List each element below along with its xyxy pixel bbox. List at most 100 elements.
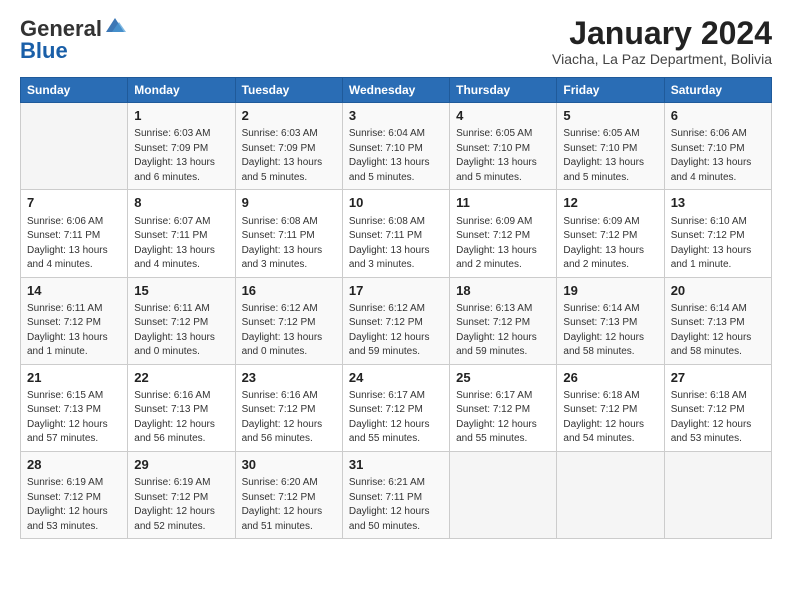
calendar-body: 1 Sunrise: 6:03 AM Sunset: 7:09 PM Daylig… xyxy=(21,103,772,539)
day-number: 17 xyxy=(349,282,443,300)
day-number: 26 xyxy=(563,369,657,387)
calendar-cell: 7Sunrise: 6:06 AM Sunset: 7:11 PM Daylig… xyxy=(21,190,128,277)
day-info: Sunrise: 6:17 AM Sunset: 7:12 PM Dayligh… xyxy=(456,389,550,447)
day-info: Sunrise: 6:11 AM Sunset: 7:12 PM Dayligh… xyxy=(134,302,228,360)
day-number: 12 xyxy=(563,194,657,212)
day-info: Sunrise: 6:16 AM Sunset: 7:13 PM Dayligh… xyxy=(134,389,228,447)
header: General Blue January 2024 Viacha, La Paz… xyxy=(20,16,772,67)
day-info: Sunrise: 6:19 AM Sunset: 7:12 PM Dayligh… xyxy=(134,476,228,534)
col-thursday: Thursday xyxy=(450,78,557,103)
day-info: Sunrise: 6:14 AM Sunset: 7:13 PM Dayligh… xyxy=(671,302,765,360)
day-number: 23 xyxy=(242,369,336,387)
day-number: 31 xyxy=(349,456,443,474)
page: General Blue January 2024 Viacha, La Paz… xyxy=(0,0,792,549)
calendar-cell: 2Sunrise: 6:03 AM Sunset: 7:09 PM Daylig… xyxy=(235,103,342,190)
day-number: 4 xyxy=(456,107,550,125)
day-info: Sunrise: 6:03 AM Sunset: 7:09 PM Dayligh… xyxy=(242,127,336,185)
day-info: Sunrise: 6:12 AM Sunset: 7:12 PM Dayligh… xyxy=(242,302,336,360)
day-info: Sunrise: 6:12 AM Sunset: 7:12 PM Dayligh… xyxy=(349,302,443,360)
calendar-table: Sunday Monday Tuesday Wednesday Thursday… xyxy=(20,77,772,539)
day-info: Sunrise: 6:04 AM Sunset: 7:10 PM Dayligh… xyxy=(349,127,443,185)
day-info: Sunrise: 6:06 AM Sunset: 7:11 PM Dayligh… xyxy=(27,215,121,273)
calendar-cell: 15 Sunrise: 6:11 AM Sunset: 7:12 PM Dayli… xyxy=(128,277,235,364)
calendar-cell: 13 Sunrise: 6:10 AM Sunset: 7:12 PM Dayli… xyxy=(664,190,771,277)
calendar-cell: 30Sunrise: 6:20 AM Sunset: 7:12 PM Dayli… xyxy=(235,451,342,538)
day-number: 3 xyxy=(349,107,443,125)
calendar-week-1: 1 Sunrise: 6:03 AM Sunset: 7:09 PM Daylig… xyxy=(21,103,772,190)
day-number: 8 xyxy=(134,194,228,212)
day-number: 1 xyxy=(134,107,228,125)
calendar-cell xyxy=(21,103,128,190)
col-wednesday: Wednesday xyxy=(342,78,449,103)
calendar-cell: 22 Sunrise: 6:16 AM Sunset: 7:13 PM Dayli… xyxy=(128,364,235,451)
calendar-cell: 28 Sunrise: 6:19 AM Sunset: 7:12 PM Dayli… xyxy=(21,451,128,538)
day-info: Sunrise: 6:13 AM Sunset: 7:12 PM Dayligh… xyxy=(456,302,550,360)
day-info: Sunrise: 6:18 AM Sunset: 7:12 PM Dayligh… xyxy=(671,389,765,447)
header-row: Sunday Monday Tuesday Wednesday Thursday… xyxy=(21,78,772,103)
day-number: 16 xyxy=(242,282,336,300)
col-monday: Monday xyxy=(128,78,235,103)
day-info: Sunrise: 6:17 AM Sunset: 7:12 PM Dayligh… xyxy=(349,389,443,447)
day-info: Sunrise: 6:15 AM Sunset: 7:13 PM Dayligh… xyxy=(27,389,121,447)
calendar-week-4: 21 Sunrise: 6:15 AM Sunset: 7:13 PM Dayli… xyxy=(21,364,772,451)
calendar-week-2: 7Sunrise: 6:06 AM Sunset: 7:11 PM Daylig… xyxy=(21,190,772,277)
day-info: Sunrise: 6:19 AM Sunset: 7:12 PM Dayligh… xyxy=(27,476,121,534)
day-number: 15 xyxy=(134,282,228,300)
calendar-cell: 21 Sunrise: 6:15 AM Sunset: 7:13 PM Dayli… xyxy=(21,364,128,451)
col-friday: Friday xyxy=(557,78,664,103)
calendar-cell: 31 Sunrise: 6:21 AM Sunset: 7:11 PM Dayli… xyxy=(342,451,449,538)
calendar-cell xyxy=(664,451,771,538)
day-number: 29 xyxy=(134,456,228,474)
day-number: 24 xyxy=(349,369,443,387)
calendar-cell: 29 Sunrise: 6:19 AM Sunset: 7:12 PM Dayli… xyxy=(128,451,235,538)
calendar-cell: 10Sunrise: 6:08 AM Sunset: 7:11 PM Dayli… xyxy=(342,190,449,277)
day-info: Sunrise: 6:08 AM Sunset: 7:11 PM Dayligh… xyxy=(242,215,336,273)
day-info: Sunrise: 6:09 AM Sunset: 7:12 PM Dayligh… xyxy=(456,215,550,273)
day-number: 10 xyxy=(349,194,443,212)
day-info: Sunrise: 6:16 AM Sunset: 7:12 PM Dayligh… xyxy=(242,389,336,447)
calendar-cell: 25 Sunrise: 6:17 AM Sunset: 7:12 PM Dayli… xyxy=(450,364,557,451)
calendar-cell: 20 Sunrise: 6:14 AM Sunset: 7:13 PM Dayli… xyxy=(664,277,771,364)
calendar-cell: 14 Sunrise: 6:11 AM Sunset: 7:12 PM Dayli… xyxy=(21,277,128,364)
calendar-cell: 18Sunrise: 6:13 AM Sunset: 7:12 PM Dayli… xyxy=(450,277,557,364)
day-number: 30 xyxy=(242,456,336,474)
calendar-cell: 5 Sunrise: 6:05 AM Sunset: 7:10 PM Daylig… xyxy=(557,103,664,190)
col-tuesday: Tuesday xyxy=(235,78,342,103)
calendar-cell: 8 Sunrise: 6:07 AM Sunset: 7:11 PM Daylig… xyxy=(128,190,235,277)
day-info: Sunrise: 6:06 AM Sunset: 7:10 PM Dayligh… xyxy=(671,127,765,185)
day-info: Sunrise: 6:05 AM Sunset: 7:10 PM Dayligh… xyxy=(456,127,550,185)
calendar-cell: 24 Sunrise: 6:17 AM Sunset: 7:12 PM Dayli… xyxy=(342,364,449,451)
day-number: 27 xyxy=(671,369,765,387)
calendar-week-5: 28 Sunrise: 6:19 AM Sunset: 7:12 PM Dayli… xyxy=(21,451,772,538)
day-number: 5 xyxy=(563,107,657,125)
calendar-cell: 26 Sunrise: 6:18 AM Sunset: 7:12 PM Dayli… xyxy=(557,364,664,451)
calendar-cell: 1Sunrise: 6:03 AM Sunset: 7:09 PM Daylig… xyxy=(128,103,235,190)
day-number: 11 xyxy=(456,194,550,212)
day-info: Sunrise: 6:21 AM Sunset: 7:11 PM Dayligh… xyxy=(349,476,443,534)
day-number: 14 xyxy=(27,282,121,300)
calendar-week-3: 14 Sunrise: 6:11 AM Sunset: 7:12 PM Dayli… xyxy=(21,277,772,364)
day-info: Sunrise: 6:10 AM Sunset: 7:12 PM Dayligh… xyxy=(671,215,765,273)
day-number: 21 xyxy=(27,369,121,387)
location: Viacha, La Paz Department, Bolivia xyxy=(552,51,772,67)
logo-icon xyxy=(104,14,126,36)
day-number: 13 xyxy=(671,194,765,212)
day-number: 25 xyxy=(456,369,550,387)
day-number: 9 xyxy=(242,194,336,212)
day-info: Sunrise: 6:05 AM Sunset: 7:10 PM Dayligh… xyxy=(563,127,657,185)
day-number: 20 xyxy=(671,282,765,300)
calendar-cell: 17 Sunrise: 6:12 AM Sunset: 7:12 PM Dayli… xyxy=(342,277,449,364)
day-info: Sunrise: 6:07 AM Sunset: 7:11 PM Dayligh… xyxy=(134,215,228,273)
logo: General Blue xyxy=(20,16,126,64)
day-info: Sunrise: 6:09 AM Sunset: 7:12 PM Dayligh… xyxy=(563,215,657,273)
day-number: 28 xyxy=(27,456,121,474)
title-block: January 2024 Viacha, La Paz Department, … xyxy=(552,16,772,67)
day-info: Sunrise: 6:18 AM Sunset: 7:12 PM Dayligh… xyxy=(563,389,657,447)
calendar-cell: 11 Sunrise: 6:09 AM Sunset: 7:12 PM Dayli… xyxy=(450,190,557,277)
day-number: 22 xyxy=(134,369,228,387)
day-info: Sunrise: 6:11 AM Sunset: 7:12 PM Dayligh… xyxy=(27,302,121,360)
calendar-cell: 23 Sunrise: 6:16 AM Sunset: 7:12 PM Dayli… xyxy=(235,364,342,451)
calendar-cell: 19Sunrise: 6:14 AM Sunset: 7:13 PM Dayli… xyxy=(557,277,664,364)
day-number: 19 xyxy=(563,282,657,300)
calendar-cell: 12 Sunrise: 6:09 AM Sunset: 7:12 PM Dayli… xyxy=(557,190,664,277)
